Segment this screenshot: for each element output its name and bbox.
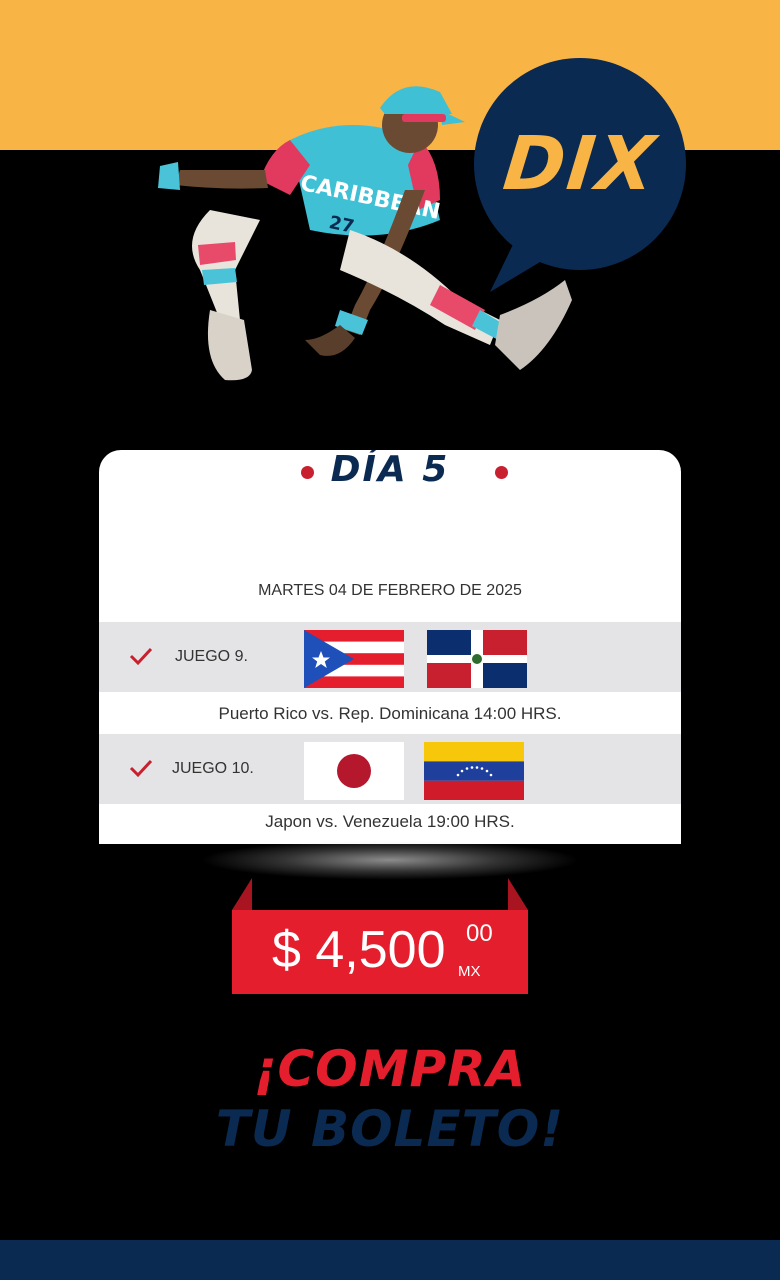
price-currency: MX (458, 963, 481, 980)
price-ribbon-folds (232, 878, 528, 910)
price-cents: 00 (466, 920, 493, 947)
bottom-navy-band (0, 1240, 780, 1280)
cta-line-1: ¡COMPRA (253, 1040, 527, 1098)
cta-line-2: TU BOLETO! (215, 1100, 565, 1158)
price-amount: $ 4,500 (272, 921, 446, 979)
